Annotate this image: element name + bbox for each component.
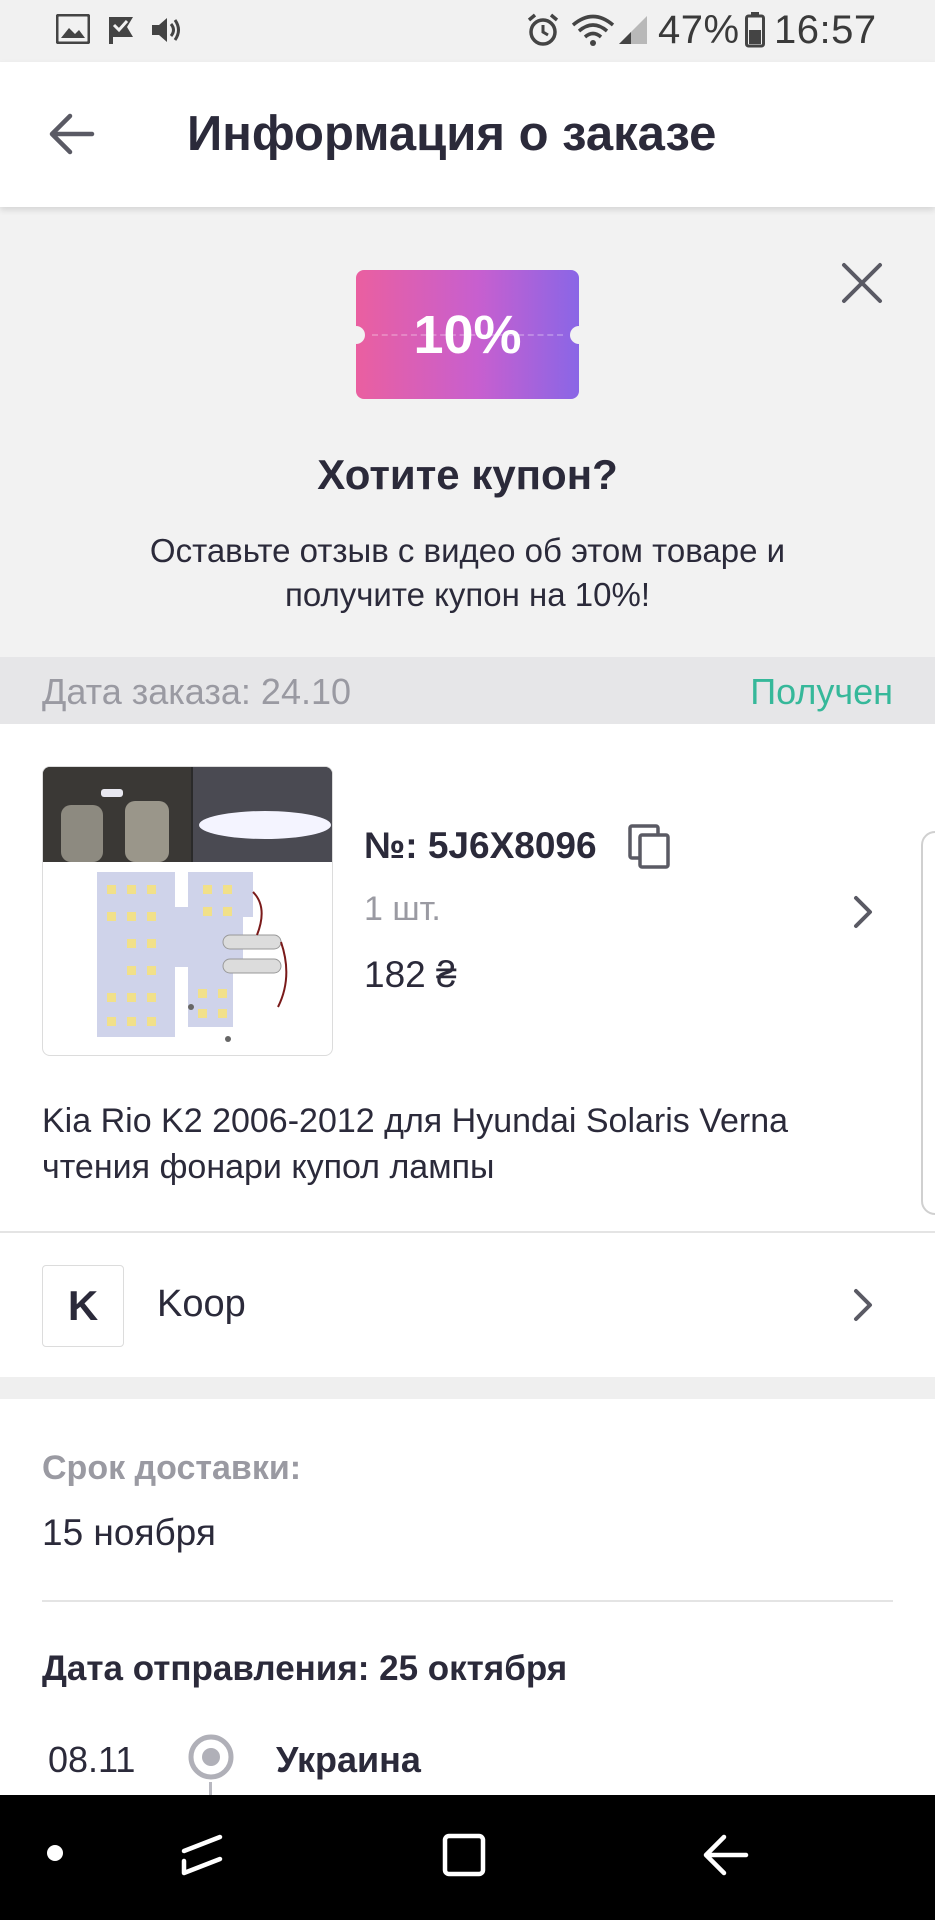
product-image[interactable] bbox=[42, 766, 333, 1056]
battery-percent: 47% bbox=[658, 8, 740, 52]
coupon-title: Хотите купон? bbox=[317, 451, 618, 498]
divider bbox=[42, 1600, 893, 1602]
check-flag-icon bbox=[109, 17, 133, 44]
ship-date: Дата отправления: 25 октября bbox=[42, 1649, 568, 1688]
delivery-label: Срок доставки: bbox=[42, 1449, 302, 1487]
page-title: Информация о заказе bbox=[187, 107, 717, 161]
recents-icon[interactable] bbox=[178, 1831, 226, 1879]
battery-icon bbox=[745, 12, 765, 48]
volume-icon bbox=[152, 18, 180, 42]
clock: 16:57 bbox=[774, 8, 877, 52]
tracking-date: 08.11 bbox=[48, 1739, 136, 1780]
store-avatar: K bbox=[42, 1265, 124, 1347]
edge-panel-handle[interactable] bbox=[921, 831, 935, 1215]
coupon-description: Оставьте отзыв с видео об этом товаре и … bbox=[149, 532, 786, 613]
system-nav-bar bbox=[0, 1795, 935, 1920]
product-title[interactable]: Kia Rio K2 2006-2012 для Hyundai Solaris… bbox=[42, 1098, 902, 1190]
close-icon[interactable] bbox=[836, 257, 888, 309]
image-icon bbox=[56, 14, 90, 44]
chevron-right-icon[interactable] bbox=[846, 1283, 880, 1327]
led-panel-picture bbox=[43, 767, 332, 1042]
product-price: 182 ₴ bbox=[364, 954, 457, 995]
home-square-icon[interactable] bbox=[440, 1831, 488, 1879]
wifi-icon bbox=[571, 14, 615, 46]
alarm-icon bbox=[527, 13, 559, 46]
copy-icon[interactable] bbox=[626, 822, 674, 870]
order-date: Дата заказа: 24.10 bbox=[42, 671, 352, 712]
coupon-percent: 10% bbox=[413, 304, 522, 365]
status-bar: 47% 16:57 bbox=[0, 0, 935, 62]
home-dot-icon[interactable] bbox=[45, 1843, 65, 1863]
section-gap bbox=[0, 1377, 935, 1399]
tracking-point-icon bbox=[188, 1734, 234, 1780]
screen: 47% 16:57 Информация о заказе 10% Хотите… bbox=[0, 0, 935, 1920]
delivery-section: Срок доставки: 15 ноября Дата отправлени… bbox=[0, 1399, 935, 1802]
back-icon[interactable] bbox=[700, 1831, 752, 1879]
coupon-banner: 10% Хотите купон? Оставьте отзыв с видео… bbox=[0, 207, 935, 657]
order-status: Получен bbox=[750, 671, 893, 712]
product-quantity: 1 шт. bbox=[364, 890, 441, 928]
product-card[interactable]: №: 5J6X8096 1 шт. 182 ₴ Kia Rio K2 2006-… bbox=[0, 724, 935, 1231]
signal-icon bbox=[619, 16, 647, 44]
chevron-right-icon[interactable] bbox=[846, 890, 880, 934]
order-info-strip: Дата заказа: 24.10 Получен bbox=[0, 657, 935, 724]
store-name: Koop bbox=[157, 1283, 246, 1325]
coupon-badge[interactable]: 10% bbox=[347, 270, 588, 399]
arrow-left-icon[interactable] bbox=[40, 102, 104, 166]
order-number: №: 5J6X8096 bbox=[364, 825, 597, 866]
app-header: Информация о заказе bbox=[0, 62, 935, 207]
tracking-location: Украина bbox=[276, 1739, 421, 1780]
store-row[interactable]: K Koop bbox=[0, 1233, 935, 1377]
delivery-value: 15 ноября bbox=[42, 1512, 216, 1553]
